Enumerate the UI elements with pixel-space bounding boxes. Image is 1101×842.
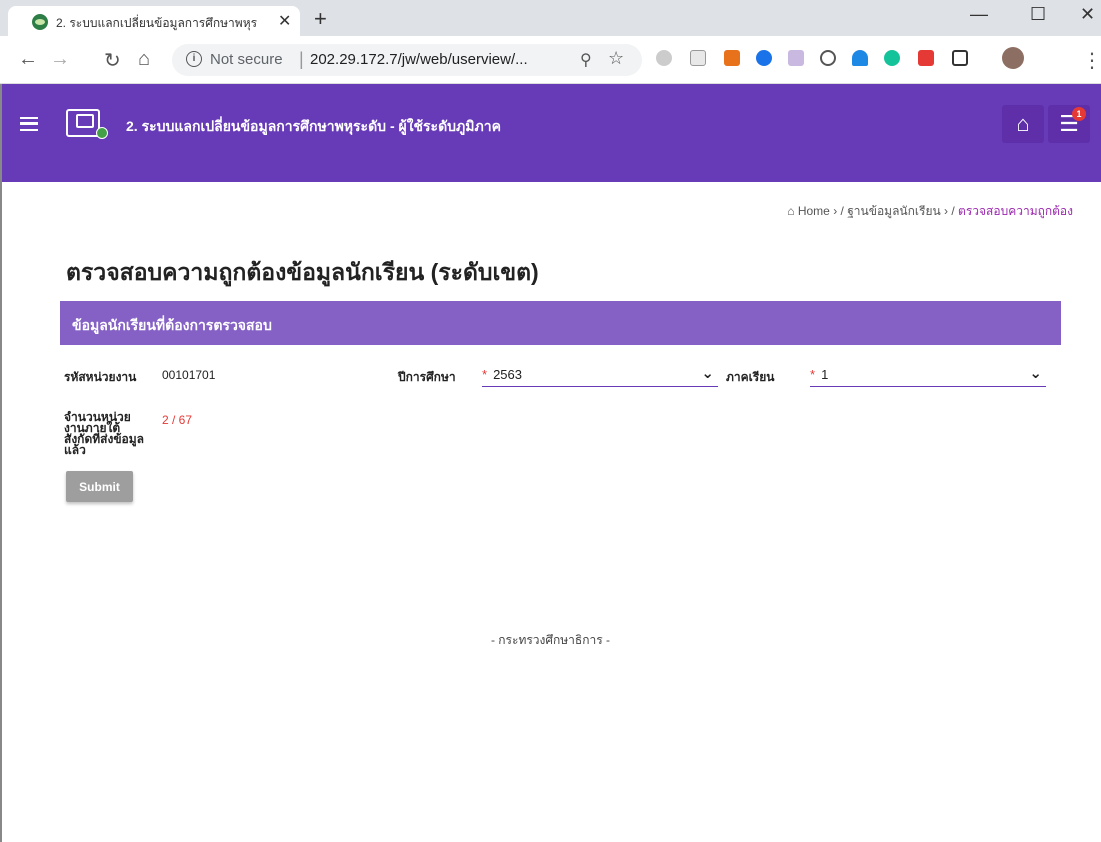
notifications-button[interactable]: ☰ 1 (1048, 105, 1090, 143)
profile-avatar[interactable] (1002, 47, 1024, 69)
breadcrumb: ⌂ Home › / ฐานข้อมูลนักเรียน › / ตรวจสอบ… (787, 202, 1073, 221)
chevron-down-icon[interactable]: ⌄ (1029, 364, 1042, 382)
semester-select[interactable]: * 1 ⌄ (810, 363, 1046, 387)
window-left-edge (0, 84, 2, 842)
breadcrumb-home[interactable]: Home (798, 204, 830, 218)
minimize-button[interactable]: — (970, 4, 988, 25)
app-title: 2. ระบบแลกเปลี่ยนข้อมูลการศึกษาพหุระดับ … (126, 118, 501, 134)
browser-tab[interactable]: 2. ระบบแลกเปลี่ยนข้อมูลการศึกษาพหุร ✕ (8, 6, 300, 36)
academic-year-label: ปีการศึกษา (398, 370, 456, 384)
notification-badge: 1 (1072, 107, 1086, 121)
required-marker: * (810, 367, 816, 382)
bookmark-star-icon[interactable]: ☆ (608, 48, 624, 69)
home-browser-icon[interactable]: ⌂ (138, 48, 150, 71)
extension-grammarly-icon[interactable] (884, 50, 900, 66)
extension-diamond-icon[interactable] (852, 50, 868, 66)
breadcrumb-home-icon[interactable]: ⌂ (787, 204, 794, 218)
extension-chat-icon[interactable] (656, 50, 672, 66)
extension-pdf-icon[interactable] (788, 50, 804, 66)
site-favicon-icon (32, 14, 48, 30)
browser-menu-icon[interactable]: ⋮ (1082, 48, 1101, 73)
browser-toolbar: ← → ↻ ⌂ i Not secure | 202.29.172.7/jw/w… (0, 36, 1101, 84)
address-bar[interactable]: i Not secure | 202.29.172.7/jw/web/userv… (172, 44, 642, 76)
browser-tabstrip: 2. ระบบแลกเปลี่ยนข้อมูลการศึกษาพหุร ✕ + … (0, 0, 1101, 36)
breadcrumb-separator: › / (833, 204, 848, 218)
extension-grid-icon[interactable] (952, 50, 968, 66)
browser-tab-title: 2. ระบบแลกเปลี่ยนข้อมูลการศึกษาพหุร (56, 16, 258, 30)
unit-code-label: รหัสหน่วยงาน (64, 370, 137, 384)
semester-value: 1 (821, 367, 829, 382)
app-logo-icon (66, 109, 100, 137)
academic-year-value: 2563 (493, 367, 522, 382)
home-icon[interactable]: ⌂ (1002, 105, 1044, 143)
url-text[interactable]: 202.29.172.7/jw/web/userview/... (310, 51, 528, 68)
zoom-icon[interactable]: ⚲ (580, 50, 592, 70)
security-status: Not secure (210, 51, 283, 68)
page-title: ตรวจสอบความถูกต้องข้อมูลนักเรียน (ระดับเ… (66, 259, 539, 285)
academic-year-select[interactable]: * 2563 ⌄ (482, 363, 718, 387)
forward-arrow-icon[interactable]: → (50, 48, 70, 71)
breadcrumb-student-db[interactable]: ฐานข้อมูลนักเรียน (847, 204, 941, 218)
new-tab-button[interactable]: + (314, 6, 327, 32)
app-header: 2. ระบบแลกเปลี่ยนข้อมูลการศึกษาพหุระดับ … (0, 84, 1101, 182)
submit-button[interactable]: Submit (66, 471, 133, 502)
submitted-units-count: 2 / 67 (162, 413, 193, 427)
reload-icon[interactable]: ↻ (104, 48, 121, 73)
unit-code-value: 00101701 (162, 368, 216, 382)
logo-check-icon (96, 127, 108, 139)
info-icon[interactable]: i (186, 51, 202, 67)
extension-mm-icon[interactable] (918, 50, 934, 66)
maximize-button[interactable]: ☐ (1030, 4, 1046, 25)
panel-header: ข้อมูลนักเรียนที่ต้องการตรวจสอบ (60, 301, 1061, 345)
breadcrumb-current: ตรวจสอบความถูกต้อง (958, 204, 1073, 218)
panel-title: ข้อมูลนักเรียนที่ต้องการตรวจสอบ (72, 317, 272, 333)
submitted-units-label: จำนวนหน่วยงานภายใต้สังกัดที่ส่งข้อมูลแล้… (64, 410, 145, 457)
semester-label: ภาคเรียน (726, 370, 775, 384)
back-arrow-icon[interactable]: ← (18, 48, 38, 71)
close-window-button[interactable]: ✕ (1080, 4, 1095, 25)
required-marker: * (482, 367, 488, 382)
extension-bookmark-icon[interactable] (756, 50, 772, 66)
chevron-down-icon[interactable]: ⌄ (701, 364, 714, 382)
footer-text: - กระทรวงศึกษาธิการ - (490, 633, 611, 647)
extension-sc-icon[interactable] (724, 50, 740, 66)
omnibox-divider: | (299, 49, 304, 69)
extension-doc-icon[interactable] (690, 50, 706, 66)
extension-speed-icon[interactable] (820, 50, 836, 66)
breadcrumb-separator: › / (944, 204, 959, 218)
menu-hamburger-icon[interactable] (20, 117, 38, 131)
tab-close-icon[interactable]: ✕ (278, 11, 291, 31)
